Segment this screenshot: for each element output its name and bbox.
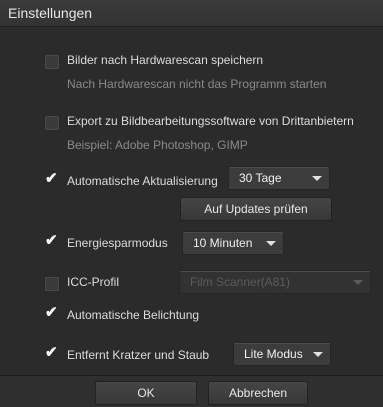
energy-saving-label: Energiesparmodus bbox=[67, 236, 168, 250]
dialog-footer: OK Abbrechen bbox=[0, 375, 383, 407]
dust-removal-value: Lite Modus bbox=[244, 347, 303, 361]
chevron-down-icon bbox=[313, 352, 323, 357]
settings-dialog: Einstellungen Bilder nach Hardwarescan s… bbox=[0, 0, 383, 407]
auto-update-checkbox[interactable]: ✔ bbox=[45, 170, 59, 187]
icc-profile-value: Film Scanner(A81) bbox=[190, 275, 291, 289]
dust-removal-checkbox[interactable]: ✔ bbox=[45, 344, 59, 361]
checkmark-icon: ✔ bbox=[45, 344, 58, 361]
auto-update-label: Automatische Aktualisierung bbox=[67, 174, 218, 188]
energy-saving-value: 10 Minuten bbox=[193, 236, 253, 250]
chevron-down-icon bbox=[312, 176, 322, 181]
dust-removal-label: Entfernt Kratzer und Staub bbox=[67, 348, 210, 362]
energy-saving-select[interactable]: 10 Minuten bbox=[182, 231, 284, 255]
title-bar: Einstellungen bbox=[0, 0, 383, 27]
chevron-down-icon bbox=[353, 280, 363, 285]
window-title: Einstellungen bbox=[8, 5, 93, 21]
export-thirdparty-hint: Beispiel: Adobe Photoshop, GIMP bbox=[67, 138, 248, 152]
update-interval-select[interactable]: 30 Tage bbox=[228, 166, 330, 190]
icc-profile-label: ICC-Profil bbox=[67, 275, 120, 289]
auto-exposure-label: Automatische Belichtung bbox=[67, 308, 200, 322]
dust-removal-select[interactable]: Lite Modus bbox=[233, 342, 331, 366]
cancel-button[interactable]: Abbrechen bbox=[208, 381, 308, 405]
export-thirdparty-label: Export zu Bildbearbeitungssoftware von D… bbox=[67, 114, 354, 128]
ok-button[interactable]: OK bbox=[95, 381, 197, 405]
update-interval-value: 30 Tage bbox=[239, 171, 282, 185]
checkmark-icon: ✔ bbox=[45, 232, 58, 249]
check-updates-button[interactable]: Auf Updates prüfen bbox=[180, 197, 332, 221]
chevron-down-icon bbox=[266, 241, 276, 246]
checkmark-icon: ✔ bbox=[45, 170, 58, 187]
save-after-hwscan-checkbox[interactable] bbox=[45, 55, 59, 69]
icc-profile-checkbox[interactable] bbox=[45, 277, 59, 291]
icc-profile-select[interactable]: Film Scanner(A81) bbox=[179, 270, 371, 294]
checkmark-icon: ✔ bbox=[45, 304, 58, 321]
save-after-hwscan-hint: Nach Hardwarescan nicht das Programm sta… bbox=[67, 77, 327, 91]
save-after-hwscan-label: Bilder nach Hardwarescan speichern bbox=[67, 53, 264, 67]
auto-exposure-checkbox[interactable]: ✔ bbox=[45, 304, 59, 321]
export-thirdparty-checkbox[interactable] bbox=[45, 116, 59, 130]
energy-saving-checkbox[interactable]: ✔ bbox=[45, 232, 59, 249]
